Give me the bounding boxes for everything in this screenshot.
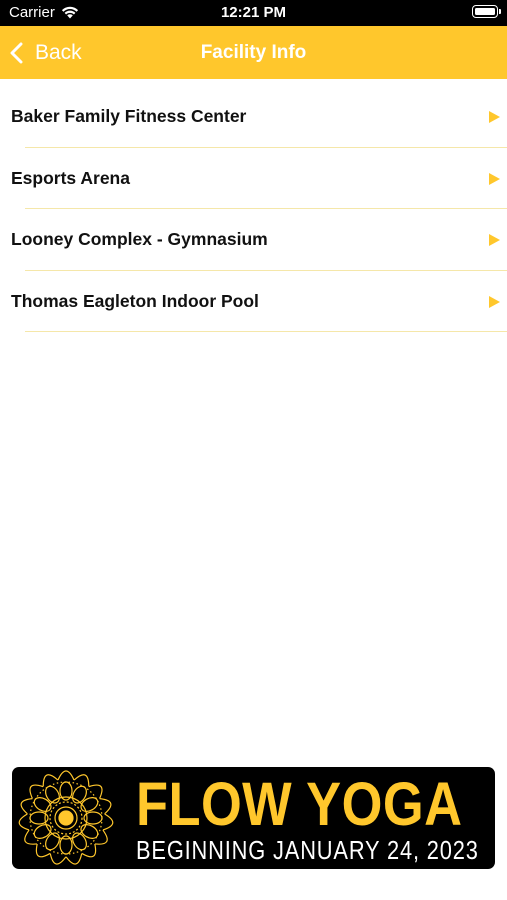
facility-list: Baker Family Fitness Center Esports Aren… <box>0 86 507 332</box>
clock: 12:21 PM <box>220 4 287 21</box>
banner-subtitle: BEGINNING JANUARY 24, 2023 <box>136 835 479 865</box>
mandala-icon <box>18 770 114 865</box>
list-item-label: Looney Complex - Gymnasium <box>11 229 268 249</box>
list-item-label: Esports Arena <box>11 167 130 188</box>
page-title: Facility Info <box>200 42 307 63</box>
disclosure-arrow-icon <box>489 295 500 308</box>
status-bar: Carrier 12:21 PM <box>0 0 507 26</box>
list-item-label: Thomas Eagleton Indoor Pool <box>11 290 259 311</box>
disclosure-arrow-icon <box>489 234 500 246</box>
disclosure-arrow-icon <box>489 172 500 185</box>
list-item-esports-arena[interactable]: Esports Arena <box>0 148 507 209</box>
list-item-label: Baker Family Fitness Center <box>11 106 247 126</box>
banner-title: FLOW YOGA <box>136 770 463 838</box>
list-item-baker-family-fitness-center[interactable]: Baker Family Fitness Center <box>0 86 507 148</box>
flow-yoga-banner[interactable]: FLOW YOGA BEGINNING JANUARY 24, 2023 <box>12 767 495 869</box>
disclosure-arrow-icon <box>489 111 500 123</box>
navigation-bar: Back Facility Info <box>0 26 507 79</box>
battery-icon <box>472 5 501 18</box>
divider <box>25 331 507 332</box>
list-item-looney-complex-gymnasium[interactable]: Looney Complex - Gymnasium <box>0 209 507 271</box>
list-item-thomas-eagleton-indoor-pool[interactable]: Thomas Eagleton Indoor Pool <box>0 271 507 332</box>
